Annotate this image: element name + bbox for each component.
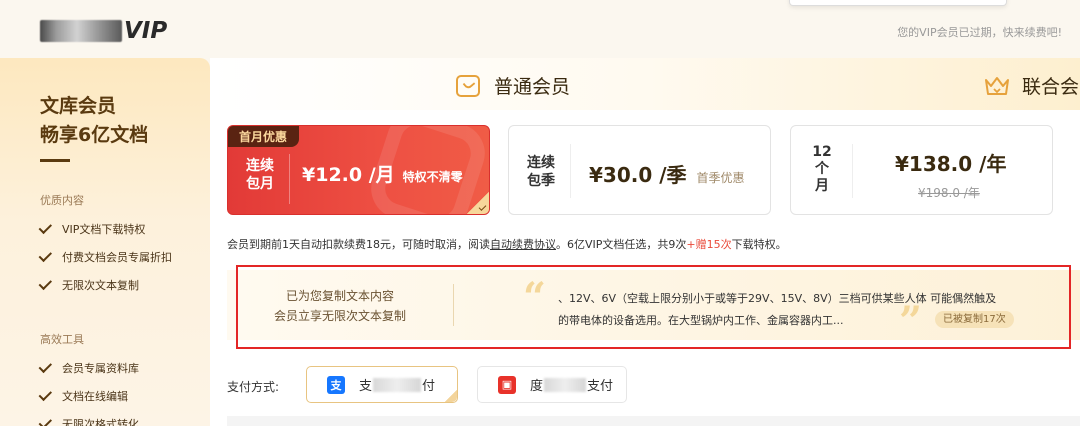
logo-vip-text: VIP xyxy=(124,18,168,44)
plan-card-quarterly[interactable]: 连续包季 ¥30.0 /季 首季优惠 xyxy=(508,125,771,215)
auto-renew-agreement-link[interactable]: 自动续费协议 xyxy=(490,238,556,251)
original-price: ¥198.0 /年 xyxy=(918,186,980,200)
section-label-tools: 高效工具 xyxy=(40,333,84,346)
plan-note: 首季优惠 xyxy=(696,171,745,185)
plan-price: ¥12.0 /月 特权不清零 xyxy=(302,164,463,186)
plan-card-yearly[interactable]: 12个月 ¥138.0 /年 ¥198.0 /年 xyxy=(790,125,1053,215)
dropdown-popup-edge xyxy=(789,0,1007,6)
benefit-item: 会员专属资料库 xyxy=(38,359,139,376)
check-icon xyxy=(38,359,53,373)
plan-card-monthly[interactable]: 首月优惠 连续包月 ¥12.0 /月 特权不清零 xyxy=(227,125,490,215)
plan-price: ¥30.0 /季 首季优惠 xyxy=(589,163,745,187)
plan-price: ¥138.0 /年 xyxy=(895,152,1007,176)
check-icon xyxy=(38,387,53,401)
divider xyxy=(852,144,853,198)
check-icon xyxy=(38,220,53,234)
blurred-logo-text xyxy=(40,20,122,42)
title-underline xyxy=(40,159,70,162)
membership-tabs xyxy=(210,58,1080,110)
benefit-item: 文档在线编辑 xyxy=(38,387,128,404)
plan-name: 连续包季 xyxy=(527,155,555,189)
plan-note: 特权不清零 xyxy=(402,170,463,184)
check-icon xyxy=(38,276,53,290)
top-bar: VIP 您的VIP会员已过期，快来续费吧! xyxy=(0,0,1080,58)
main-panel: 普通会员 联合会 首月优惠 连续包月 ¥12.0 /月 特权不清零 连续包季 ¥… xyxy=(210,58,1080,426)
selected-check-icon xyxy=(467,192,489,214)
tab-union-member[interactable]: 联合会 xyxy=(984,72,1079,99)
baidu-pay-button[interactable]: ▣ 度支付 xyxy=(477,366,627,403)
blurred-text xyxy=(373,377,422,392)
benefit-item: 无限次格式转化 xyxy=(38,415,139,426)
check-icon xyxy=(38,248,53,262)
bonus-count: +赠15次 xyxy=(686,238,732,251)
check-icon xyxy=(38,415,53,426)
brand-logo[interactable]: VIP xyxy=(40,18,167,44)
baidu-pay-icon: ▣ xyxy=(498,375,516,394)
blurred-text xyxy=(544,377,587,392)
benefit-item: 付费文档会员专属折扣 xyxy=(38,248,172,265)
membership-expired-note: 您的VIP会员已过期，快来续费吧! xyxy=(897,26,1062,39)
smile-box-icon xyxy=(456,74,480,97)
sidebar-title: 文库会员 畅享6亿文档 xyxy=(40,95,149,146)
benefit-item: VIP文档下载特权 xyxy=(38,220,145,237)
auto-renew-note: 会员到期前1天自动扣款续费18元，可随时取消，阅读自动续费协议。6亿VIP文档任… xyxy=(227,238,787,251)
benefits-sidebar: 文库会员 畅享6亿文档 优质内容 VIP文档下载特权 付费文档会员专属折扣 无限… xyxy=(0,58,210,426)
first-month-badge: 首月优惠 xyxy=(228,126,299,147)
highlight-annotation-box xyxy=(236,265,1071,349)
alipay-icon: 支 xyxy=(327,375,345,394)
alipay-button[interactable]: 支 支付 xyxy=(306,366,458,403)
tab-normal-member[interactable]: 普通会员 xyxy=(456,72,570,99)
plan-name: 连续包月 xyxy=(246,158,274,192)
divider xyxy=(289,154,290,204)
plan-name: 12个月 xyxy=(812,144,832,194)
section-label-quality: 优质内容 xyxy=(40,194,84,207)
crown-icon xyxy=(985,76,1009,95)
bottom-panel-edge xyxy=(227,416,1080,426)
benefit-item: 无限次文本复制 xyxy=(38,276,139,293)
divider xyxy=(570,144,571,198)
selected-check-icon xyxy=(445,390,457,402)
payment-method-label: 支付方式: xyxy=(227,380,280,394)
